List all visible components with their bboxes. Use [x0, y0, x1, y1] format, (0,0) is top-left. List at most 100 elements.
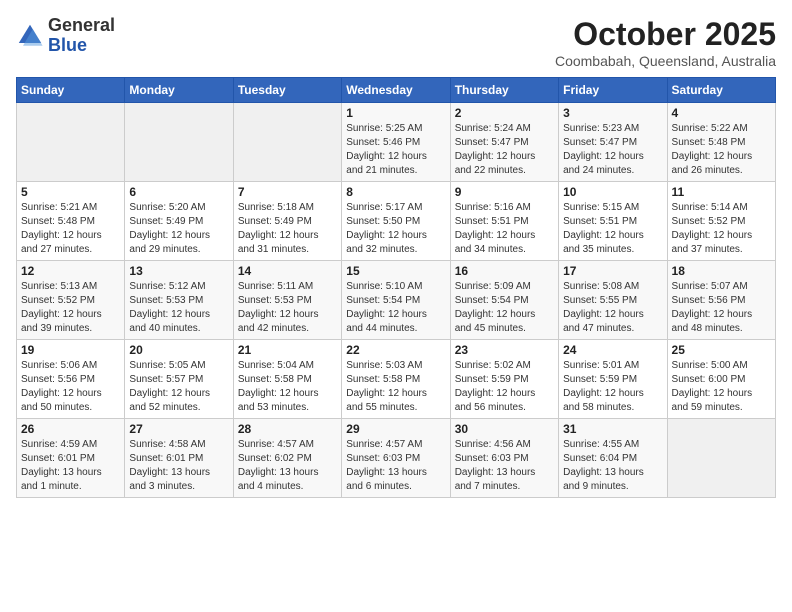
day-number: 26 [21, 422, 120, 436]
day-number: 3 [563, 106, 662, 120]
day-number: 9 [455, 185, 554, 199]
day-number: 27 [129, 422, 228, 436]
day-info: Sunrise: 5:03 AMSunset: 5:58 PMDaylight:… [346, 359, 445, 415]
calendar-cell: 26 Sunrise: 4:59 AMSunset: 6:01 PMDayligh… [17, 419, 125, 498]
day-info: Sunrise: 5:07 AMSunset: 5:56 PMDaylight:… [672, 280, 771, 336]
day-number: 13 [129, 264, 228, 278]
calendar-cell: 23 Sunrise: 5:02 AMSunset: 5:59 PMDayligh… [450, 340, 558, 419]
day-info: Sunrise: 4:57 AMSunset: 6:02 PMDaylight:… [238, 438, 337, 494]
calendar-cell: 29Sunrise: 4:57 AMSunset: 6:03 PMDayligh… [342, 419, 450, 498]
calendar-week-row: 26 Sunrise: 4:59 AMSunset: 6:01 PMDayligh… [17, 419, 776, 498]
day-info: Sunrise: 5:04 AMSunset: 5:58 PMDaylight:… [238, 359, 337, 415]
calendar-cell: 4 Sunrise: 5:22 AMSunset: 5:48 PMDaylight… [667, 103, 775, 182]
logo-general: General [48, 15, 115, 35]
calendar: SundayMondayTuesdayWednesdayThursdayFrid… [16, 77, 776, 498]
weekday-header: Wednesday [342, 78, 450, 103]
day-number: 16 [455, 264, 554, 278]
day-number: 2 [455, 106, 554, 120]
calendar-week-row: 12Sunrise: 5:13 AMSunset: 5:52 PMDayligh… [17, 261, 776, 340]
day-info: Sunrise: 5:00 AMSunset: 6:00 PMDaylight:… [672, 359, 771, 415]
logo-icon [16, 22, 44, 50]
calendar-cell [17, 103, 125, 182]
day-number: 24 [563, 343, 662, 357]
day-info: Sunrise: 5:15 AMSunset: 5:51 PMDaylight:… [563, 201, 662, 257]
logo-blue: Blue [48, 35, 87, 55]
calendar-cell: 18 Sunrise: 5:07 AMSunset: 5:56 PMDayligh… [667, 261, 775, 340]
calendar-cell [233, 103, 341, 182]
day-info: Sunrise: 5:06 AMSunset: 5:56 PMDaylight:… [21, 359, 120, 415]
calendar-cell: 30Sunrise: 4:56 AMSunset: 6:03 PMDayligh… [450, 419, 558, 498]
weekday-header-row: SundayMondayTuesdayWednesdayThursdayFrid… [17, 78, 776, 103]
day-number: 4 [672, 106, 771, 120]
calendar-cell: 13 Sunrise: 5:12 AMSunset: 5:53 PMDayligh… [125, 261, 233, 340]
title-area: October 2025 Coombabah, Queensland, Aust… [555, 16, 776, 69]
header: General Blue October 2025 Coombabah, Que… [16, 16, 776, 69]
calendar-cell: 2 Sunrise: 5:24 AMSunset: 5:47 PMDaylight… [450, 103, 558, 182]
day-info: Sunrise: 4:58 AMSunset: 6:01 PMDaylight:… [129, 438, 228, 494]
logo-text: General Blue [48, 16, 115, 56]
calendar-cell: 27 Sunrise: 4:58 AMSunset: 6:01 PMDayligh… [125, 419, 233, 498]
day-info: Sunrise: 5:23 AMSunset: 5:47 PMDaylight:… [563, 122, 662, 178]
day-number: 18 [672, 264, 771, 278]
day-number: 22 [346, 343, 445, 357]
calendar-cell: 20 Sunrise: 5:05 AMSunset: 5:57 PMDayligh… [125, 340, 233, 419]
weekday-header: Saturday [667, 78, 775, 103]
logo: General Blue [16, 16, 115, 56]
calendar-cell: 22 Sunrise: 5:03 AMSunset: 5:58 PMDayligh… [342, 340, 450, 419]
day-number: 25 [672, 343, 771, 357]
day-info: Sunrise: 4:59 AMSunset: 6:01 PMDaylight:… [21, 438, 120, 494]
weekday-header: Tuesday [233, 78, 341, 103]
calendar-cell: 7Sunrise: 5:18 AMSunset: 5:49 PMDaylight… [233, 182, 341, 261]
day-info: Sunrise: 5:11 AMSunset: 5:53 PMDaylight:… [238, 280, 337, 336]
day-number: 10 [563, 185, 662, 199]
day-info: Sunrise: 5:25 AMSunset: 5:46 PMDaylight:… [346, 122, 445, 178]
day-info: Sunrise: 5:01 AMSunset: 5:59 PMDaylight:… [563, 359, 662, 415]
day-number: 20 [129, 343, 228, 357]
day-info: Sunrise: 5:22 AMSunset: 5:48 PMDaylight:… [672, 122, 771, 178]
calendar-cell [667, 419, 775, 498]
day-number: 1 [346, 106, 445, 120]
calendar-cell: 8Sunrise: 5:17 AMSunset: 5:50 PMDaylight… [342, 182, 450, 261]
calendar-cell: 15Sunrise: 5:10 AMSunset: 5:54 PMDayligh… [342, 261, 450, 340]
day-number: 6 [129, 185, 228, 199]
calendar-cell: 5Sunrise: 5:21 AMSunset: 5:48 PMDaylight… [17, 182, 125, 261]
day-number: 7 [238, 185, 337, 199]
day-info: Sunrise: 5:24 AMSunset: 5:47 PMDaylight:… [455, 122, 554, 178]
calendar-cell: 11 Sunrise: 5:14 AMSunset: 5:52 PMDayligh… [667, 182, 775, 261]
day-info: Sunrise: 5:05 AMSunset: 5:57 PMDaylight:… [129, 359, 228, 415]
day-info: Sunrise: 4:56 AMSunset: 6:03 PMDaylight:… [455, 438, 554, 494]
month-title: October 2025 [555, 16, 776, 53]
day-number: 17 [563, 264, 662, 278]
calendar-cell: 17Sunrise: 5:08 AMSunset: 5:55 PMDayligh… [559, 261, 667, 340]
calendar-cell: 31Sunrise: 4:55 AMSunset: 6:04 PMDayligh… [559, 419, 667, 498]
calendar-week-row: 19 Sunrise: 5:06 AMSunset: 5:56 PMDayligh… [17, 340, 776, 419]
day-info: Sunrise: 4:57 AMSunset: 6:03 PMDaylight:… [346, 438, 445, 494]
day-info: Sunrise: 5:21 AMSunset: 5:48 PMDaylight:… [21, 201, 120, 257]
calendar-cell: 25 Sunrise: 5:00 AMSunset: 6:00 PMDayligh… [667, 340, 775, 419]
calendar-week-row: 5Sunrise: 5:21 AMSunset: 5:48 PMDaylight… [17, 182, 776, 261]
day-info: Sunrise: 5:16 AMSunset: 5:51 PMDaylight:… [455, 201, 554, 257]
day-number: 11 [672, 185, 771, 199]
calendar-cell: 19 Sunrise: 5:06 AMSunset: 5:56 PMDayligh… [17, 340, 125, 419]
day-number: 28 [238, 422, 337, 436]
calendar-cell: 10 Sunrise: 5:15 AMSunset: 5:51 PMDayligh… [559, 182, 667, 261]
location: Coombabah, Queensland, Australia [555, 53, 776, 69]
calendar-cell: 16Sunrise: 5:09 AMSunset: 5:54 PMDayligh… [450, 261, 558, 340]
day-number: 19 [21, 343, 120, 357]
day-number: 23 [455, 343, 554, 357]
calendar-cell: 24 Sunrise: 5:01 AMSunset: 5:59 PMDayligh… [559, 340, 667, 419]
weekday-header: Sunday [17, 78, 125, 103]
calendar-cell: 3 Sunrise: 5:23 AMSunset: 5:47 PMDaylight… [559, 103, 667, 182]
day-info: Sunrise: 5:12 AMSunset: 5:53 PMDaylight:… [129, 280, 228, 336]
calendar-cell: 9 Sunrise: 5:16 AMSunset: 5:51 PMDaylight… [450, 182, 558, 261]
day-number: 8 [346, 185, 445, 199]
calendar-cell [125, 103, 233, 182]
day-number: 14 [238, 264, 337, 278]
day-info: Sunrise: 5:14 AMSunset: 5:52 PMDaylight:… [672, 201, 771, 257]
weekday-header: Thursday [450, 78, 558, 103]
calendar-cell: 21 Sunrise: 5:04 AMSunset: 5:58 PMDayligh… [233, 340, 341, 419]
weekday-header: Monday [125, 78, 233, 103]
day-number: 21 [238, 343, 337, 357]
day-number: 15 [346, 264, 445, 278]
day-info: Sunrise: 5:02 AMSunset: 5:59 PMDaylight:… [455, 359, 554, 415]
